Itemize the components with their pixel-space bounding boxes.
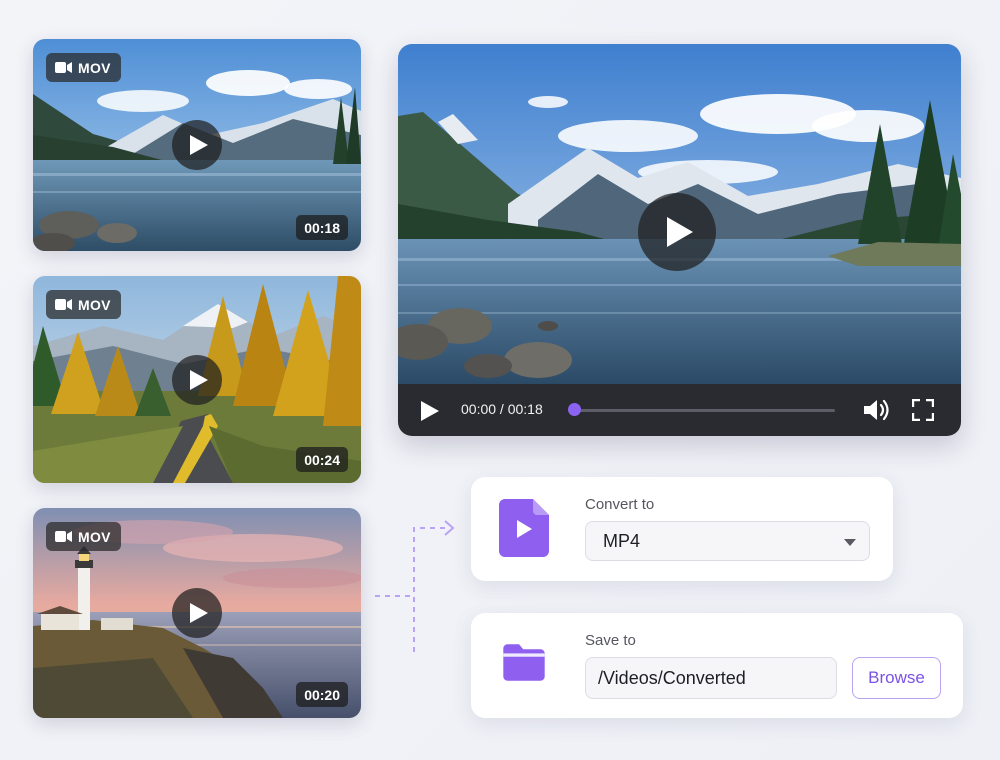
seek-bar[interactable] — [575, 409, 835, 412]
save-label: Save to — [585, 632, 636, 649]
fullscreen-icon[interactable] — [912, 399, 934, 421]
save-card: Save to /Videos/Converted Browse — [471, 613, 963, 718]
video-player[interactable]: 00:00 / 00:18 — [398, 44, 961, 436]
format-badge: MOV — [46, 53, 121, 82]
play-button-large[interactable] — [638, 193, 716, 271]
video-thumbnail-2[interactable]: MOV 00:24 — [33, 276, 361, 483]
seek-handle[interactable] — [568, 403, 581, 416]
format-select-value: MP4 — [603, 530, 641, 551]
folder-icon — [503, 644, 545, 681]
video-thumbnail-1[interactable]: MOV 00:18 — [33, 39, 361, 251]
browse-button[interactable]: Browse — [852, 657, 941, 699]
play-icon — [190, 135, 208, 155]
play-icon — [190, 369, 208, 390]
play-icon[interactable] — [421, 401, 439, 421]
duration-badge: 00:20 — [296, 682, 348, 707]
time-display: 00:00 / 00:18 — [461, 401, 543, 417]
format-badge: MOV — [46, 290, 121, 319]
save-path-field[interactable]: /Videos/Converted — [585, 657, 837, 699]
play-button[interactable] — [172, 120, 222, 170]
video-file-icon — [499, 499, 549, 557]
player-controls: 00:00 / 00:18 — [398, 384, 961, 436]
video-camera-icon — [55, 531, 72, 542]
video-camera-icon — [55, 299, 72, 310]
video-thumbnail-3[interactable]: MOV 00:20 — [33, 508, 361, 718]
play-icon — [190, 603, 208, 623]
play-button[interactable] — [172, 354, 222, 405]
flow-connector — [375, 520, 455, 652]
format-select[interactable]: MP4 — [585, 521, 870, 561]
format-label: MOV — [78, 59, 111, 76]
video-camera-icon — [55, 62, 72, 73]
format-badge: MOV — [46, 522, 121, 551]
chevron-down-icon — [844, 539, 856, 546]
play-button[interactable] — [172, 588, 222, 638]
format-label: MOV — [78, 296, 111, 313]
duration-badge: 00:18 — [296, 215, 348, 240]
format-label: MOV — [78, 528, 111, 545]
duration-badge: 00:24 — [296, 447, 348, 472]
volume-icon[interactable] — [864, 399, 890, 421]
convert-label: Convert to — [585, 496, 655, 513]
play-icon — [667, 217, 693, 247]
convert-card: Convert to MP4 — [471, 477, 893, 581]
